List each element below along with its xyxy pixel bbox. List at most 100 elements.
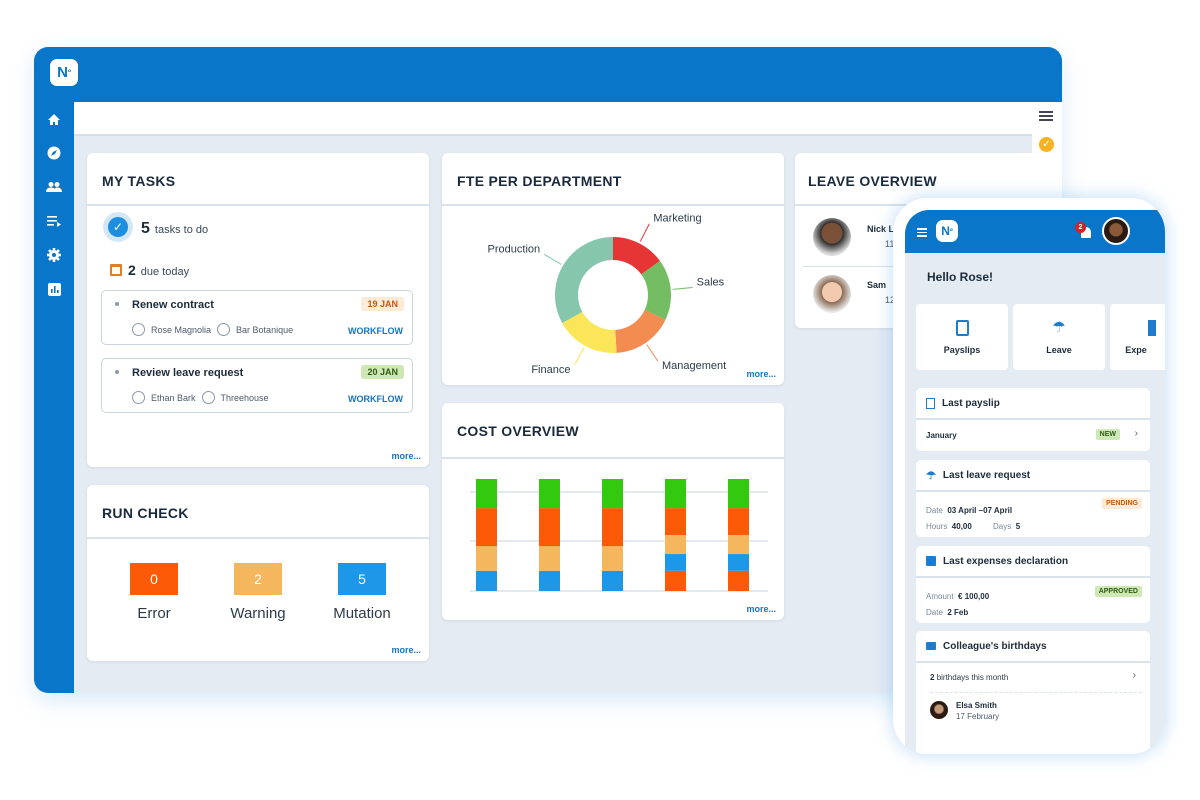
menu-icon[interactable] [1039, 111, 1053, 121]
due-label: due today [140, 266, 190, 278]
leave-person-name: Sam [867, 280, 887, 290]
bar-segment[interactable] [539, 570, 560, 591]
last-payslip-card[interactable]: Last payslip January NEW › [916, 388, 1150, 451]
avatar [930, 701, 948, 719]
bar-segment[interactable] [539, 508, 560, 547]
chevron-right-icon[interactable]: › [1135, 428, 1138, 439]
card-title: Last expenses declaration [943, 555, 1069, 567]
top-bar [74, 102, 1032, 136]
date-label: Date [926, 506, 943, 515]
check-status-icon[interactable]: ✓ [1039, 137, 1054, 152]
task-person: Rose Magnolia [151, 324, 212, 335]
birthday-count-label: birthdays this month [936, 673, 1009, 682]
expense-date: 2 Feb [947, 608, 969, 617]
playlist-icon[interactable] [34, 204, 74, 238]
payslip-month: January [926, 431, 957, 440]
workflow-link[interactable]: WORKFLOW [348, 394, 403, 404]
card-title: Last leave request [942, 469, 1031, 481]
task-title: Renew contract [132, 299, 214, 311]
card-title: LEAVE OVERVIEW [808, 173, 937, 189]
workflow-link[interactable]: WORKFLOW [348, 326, 403, 336]
bar-segment[interactable] [602, 546, 623, 571]
fte-card: FTE PER DEPARTMENT Marketing Sales Managem… [442, 153, 784, 385]
mobile-logo[interactable]: Nº [936, 220, 958, 242]
bar-segment[interactable] [665, 479, 686, 509]
bullet [115, 302, 119, 306]
error-count[interactable]: 0 [130, 563, 178, 595]
bar-segment[interactable] [539, 546, 560, 571]
app-logo[interactable]: Nº [50, 59, 78, 86]
pending-badge: PENDING [1102, 498, 1142, 509]
more-link[interactable]: more... [391, 645, 421, 655]
donut-slice-management[interactable] [615, 309, 666, 353]
person-icon [132, 323, 145, 336]
bar-segment[interactable] [476, 508, 497, 547]
bar-segment[interactable] [539, 479, 560, 509]
bar-segment[interactable] [602, 508, 623, 547]
bar-segment[interactable] [665, 508, 686, 535]
last-expenses-card[interactable]: Last expenses declaration Amount € 100,0… [916, 546, 1150, 623]
more-link[interactable]: more... [391, 451, 421, 461]
chart-icon[interactable] [34, 272, 74, 306]
people-icon[interactable] [34, 170, 74, 204]
approved-badge: APPROVED [1094, 586, 1142, 597]
bar-segment[interactable] [476, 570, 497, 591]
logo-text: N [941, 224, 950, 238]
birthday-person: Elsa Smith [956, 701, 997, 710]
card-title: RUN CHECK [102, 505, 189, 521]
amount-label: Amount [926, 592, 954, 601]
bar-segment[interactable] [602, 479, 623, 509]
bar-segment[interactable] [602, 570, 623, 591]
chevron-right-icon[interactable]: › [1133, 670, 1136, 681]
my-tasks-card: MY TASKS ✓ 5 tasks to do 2 due today Ren… [87, 153, 429, 467]
donut-slice-production[interactable] [555, 237, 613, 323]
more-link[interactable]: more... [746, 369, 776, 379]
user-avatar[interactable] [1102, 217, 1130, 245]
tile-leave[interactable]: ☂ Leave [1013, 304, 1105, 370]
tile-label: Payslips [943, 345, 981, 355]
task-date-badge: 19 JAN [361, 297, 404, 311]
tile-label: Expe [1125, 345, 1147, 355]
mutation-count[interactable]: 5 [338, 563, 386, 595]
more-link[interactable]: more... [746, 604, 776, 614]
bar-segment[interactable] [728, 570, 749, 591]
bar-segment[interactable] [665, 554, 686, 571]
avatar [813, 275, 851, 313]
leader-line [646, 344, 659, 362]
task-location: Threehouse [220, 392, 269, 403]
donut-label: Management [662, 360, 726, 372]
notification-badge: 2 [1075, 222, 1086, 233]
bar-segment[interactable] [665, 535, 686, 555]
error-label: Error [137, 605, 171, 622]
birthdays-card[interactable]: Colleague's birthdays 2 birthdays this m… [916, 631, 1150, 754]
home-icon[interactable] [34, 102, 74, 136]
task-item[interactable]: Review leave request 20 JAN Ethan Bark Th… [101, 358, 413, 413]
payslip-icon [955, 320, 969, 336]
hamburger-icon[interactable] [917, 228, 927, 237]
mobile-screen: Nº 2 Hello Rose! Payslips ☂ Leave Expe L… [905, 210, 1165, 754]
leader-line [574, 347, 585, 366]
last-leave-card[interactable]: ☂ Last leave request Date 03 April –07 Ap… [916, 460, 1150, 537]
task-item[interactable]: Renew contract 19 JAN Rose Magnolia Bar B… [101, 290, 413, 345]
building-icon [217, 323, 231, 336]
bar-segment[interactable] [728, 535, 749, 555]
task-date-badge: 20 JAN [361, 365, 404, 379]
bar-segment[interactable] [728, 479, 749, 509]
card-title: MY TASKS [102, 173, 176, 189]
bar-segment[interactable] [728, 508, 749, 535]
warning-label: Warning [230, 605, 286, 622]
days-label: Days [993, 522, 1012, 531]
bar-segment[interactable] [665, 570, 686, 591]
bar-segment[interactable] [476, 479, 497, 509]
tile-expenses[interactable]: Expe [1110, 304, 1165, 370]
tile-payslips[interactable]: Payslips [916, 304, 1008, 370]
tasks-count: 5 [141, 220, 150, 237]
compass-icon[interactable] [34, 136, 74, 170]
gear-icon[interactable] [34, 238, 74, 272]
task-location: Bar Botanique [236, 324, 294, 335]
bar-segment[interactable] [728, 554, 749, 571]
warning-count[interactable]: 2 [234, 563, 282, 595]
bar-segment[interactable] [476, 546, 497, 571]
run-check-card: RUN CHECK 0 2 5 Error Warning Mutation m… [87, 485, 429, 661]
sidebar [34, 102, 74, 306]
